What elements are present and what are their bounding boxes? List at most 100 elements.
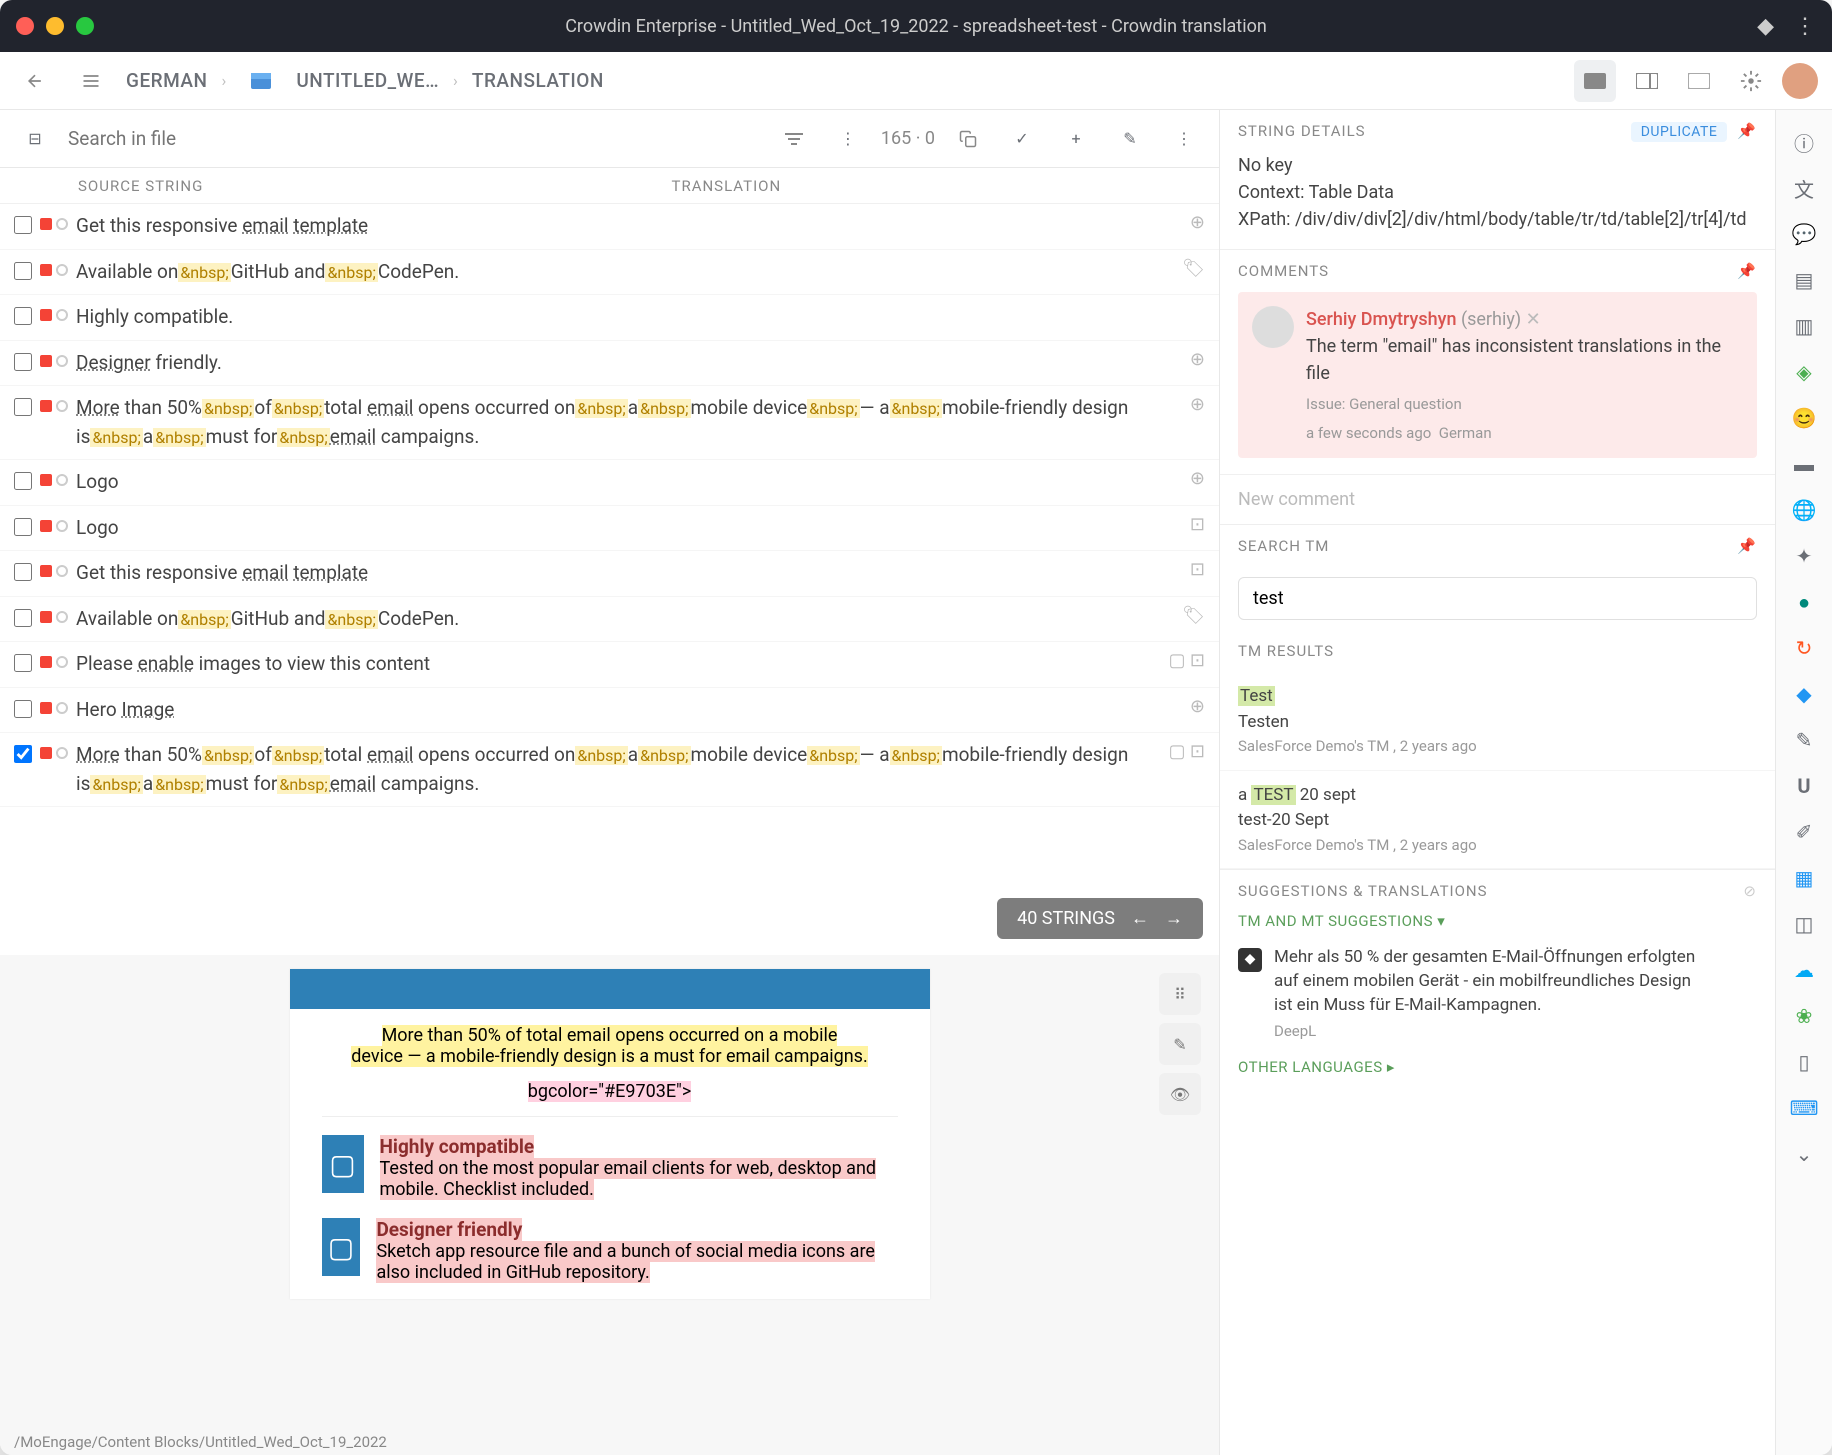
expand-icon[interactable]: ⌄ (1790, 1140, 1818, 1168)
refresh-icon[interactable]: ↻ (1790, 634, 1818, 662)
tm-search-input[interactable] (1238, 577, 1757, 620)
string-row[interactable]: Highly compatible. (0, 295, 1219, 341)
row-action-icon[interactable]: ⊡ (1190, 514, 1205, 535)
string-row[interactable]: Available on&nbsp;GitHub and&nbsp;CodePe… (0, 597, 1219, 643)
string-list[interactable]: Get this responsive email template ⊕ Ava… (0, 204, 1219, 955)
leaf-icon[interactable]: ❀ (1790, 1002, 1818, 1030)
pin-icon[interactable]: 📌 (1737, 122, 1757, 140)
status-empty-icon (56, 747, 68, 759)
search-bar: ⊟ ⋮ 165 · 0 ✓ + ✎ ⋮ (0, 110, 1219, 168)
breadcrumb-language[interactable]: GERMAN (126, 69, 208, 92)
compose-icon[interactable]: ✐ (1790, 818, 1818, 846)
extension-icon[interactable]: ◆ (1757, 14, 1774, 39)
tm-result-item[interactable]: a TEST 20 sept test-20 Sept SalesForce D… (1220, 771, 1775, 870)
chat-icon[interactable]: ● (1790, 588, 1818, 616)
row-checkbox[interactable] (14, 472, 32, 490)
string-row[interactable]: Designer friendly. ⊕ (0, 341, 1219, 387)
string-row[interactable]: More than 50%&nbsp;of&nbsp;total email o… (0, 386, 1219, 460)
string-row[interactable]: Available on&nbsp;GitHub and&nbsp;CodePe… (0, 250, 1219, 296)
layout-split-icon[interactable] (1626, 60, 1668, 102)
pill-prev[interactable]: ← (1131, 908, 1149, 929)
translate-icon[interactable]: 文 (1790, 174, 1818, 202)
row-checkbox[interactable] (14, 654, 32, 672)
row-checkbox[interactable] (14, 563, 32, 581)
menu-icon[interactable]: ⋮ (1794, 14, 1816, 39)
suggestion-item[interactable]: ◆ Mehr als 50 % der gesamten E-Mail-Öffn… (1220, 938, 1775, 1050)
row-checkbox[interactable] (14, 745, 32, 763)
pin-icon[interactable]: 📌 (1737, 537, 1757, 555)
collapse-icon[interactable]: ⊟ (14, 118, 56, 160)
pill-next[interactable]: → (1165, 908, 1183, 929)
row-action-icon[interactable]: ⊕ (1190, 468, 1205, 489)
row-action-icon[interactable]: ▢ ⊡ (1168, 741, 1205, 762)
row-checkbox[interactable] (14, 307, 32, 325)
cube-icon[interactable]: ◈ (1790, 358, 1818, 386)
breadcrumb-file[interactable]: UNTITLED_WE… (296, 69, 439, 92)
preview-edit-icon[interactable]: ✎ (1159, 1023, 1201, 1065)
keyboard2-icon[interactable]: ⌨ (1790, 1094, 1818, 1122)
preview-eye-icon[interactable]: 👁 (1159, 1073, 1201, 1115)
row-action-icon[interactable]: ⊡ (1190, 559, 1205, 580)
row-action-icon[interactable]: 🏷 (1182, 258, 1205, 279)
info-icon[interactable]: ⓘ (1790, 128, 1818, 156)
check-icon[interactable]: ✓ (1001, 118, 1043, 160)
docker-icon[interactable]: ◆ (1790, 680, 1818, 708)
row-checkbox[interactable] (14, 518, 32, 536)
string-row[interactable]: Get this responsive email template ⊕ (0, 204, 1219, 250)
stack-icon[interactable]: ▥ (1790, 312, 1818, 340)
preview-drag-icon[interactable]: ⠿ (1159, 973, 1201, 1015)
translate2-icon[interactable]: 🌐 (1790, 496, 1818, 524)
row-checkbox[interactable] (14, 609, 32, 627)
string-row[interactable]: Hero Image ⊕ (0, 688, 1219, 734)
html-icon[interactable]: ▦ (1790, 864, 1818, 892)
gear-dark-icon[interactable]: ✦ (1790, 542, 1818, 570)
cloud-icon[interactable]: ☁ (1790, 956, 1818, 984)
string-row[interactable]: Logo ⊡ (0, 506, 1219, 552)
string-row[interactable]: Get this responsive email template ⊡ (0, 551, 1219, 597)
more-filter-icon[interactable]: ⋮ (827, 118, 869, 160)
row-action-icon[interactable]: ⊕ (1190, 696, 1205, 717)
string-row[interactable]: Please enable images to view this conten… (0, 642, 1219, 688)
settings-icon[interactable] (1730, 60, 1772, 102)
row-checkbox[interactable] (14, 216, 32, 234)
underline-icon[interactable]: U (1790, 772, 1818, 800)
hamburger-icon[interactable] (70, 60, 112, 102)
new-comment-input[interactable]: New comment (1220, 474, 1775, 524)
row-checkbox[interactable] (14, 700, 32, 718)
doc-icon[interactable]: ▯ (1790, 1048, 1818, 1076)
edit-icon[interactable]: ✎ (1109, 118, 1151, 160)
note-icon[interactable]: ✎ (1790, 726, 1818, 754)
string-row[interactable]: Logo ⊕ (0, 460, 1219, 506)
string-row[interactable]: More than 50%&nbsp;of&nbsp;total email o… (0, 733, 1219, 807)
search-input[interactable] (68, 127, 761, 150)
book-icon[interactable]: ▤ (1790, 266, 1818, 294)
add-icon[interactable]: + (1055, 118, 1097, 160)
row-action-icon[interactable]: ⊕ (1190, 394, 1205, 415)
row-action-icon[interactable]: ⊕ (1190, 349, 1205, 370)
smiley-icon[interactable]: 😊 (1790, 404, 1818, 432)
google-icon[interactable]: ◫ (1790, 910, 1818, 938)
maximize-window[interactable] (76, 17, 94, 35)
filter-icon[interactable] (773, 118, 815, 160)
close-window[interactable] (16, 17, 34, 35)
list-menu-icon[interactable]: ⋮ (1163, 118, 1205, 160)
comment-item[interactable]: Serhiy Dmytryshyn (serhiy) ✕ The term "e… (1238, 292, 1757, 458)
user-avatar[interactable] (1782, 63, 1818, 99)
unpin-icon[interactable]: ⊘ (1743, 882, 1757, 900)
copy-icon[interactable] (947, 118, 989, 160)
breadcrumb-page[interactable]: TRANSLATION (472, 69, 604, 92)
back-button[interactable] (14, 60, 56, 102)
tm-result-item[interactable]: Test Testen SalesForce Demo's TM , 2 yea… (1220, 672, 1775, 771)
row-action-icon[interactable]: ▢ ⊡ (1168, 650, 1205, 671)
minimize-window[interactable] (46, 17, 64, 35)
row-checkbox[interactable] (14, 262, 32, 280)
glossary-icon[interactable]: ▬ (1790, 450, 1818, 478)
keyboard-icon[interactable] (1678, 60, 1720, 102)
layout-full-icon[interactable] (1574, 60, 1616, 102)
row-action-icon[interactable]: ⊕ (1190, 212, 1205, 233)
row-checkbox[interactable] (14, 353, 32, 371)
pin-icon[interactable]: 📌 (1737, 262, 1757, 280)
comments-icon[interactable]: 💬 (1790, 220, 1818, 248)
row-action-icon[interactable]: 🏷 (1182, 605, 1205, 626)
row-checkbox[interactable] (14, 398, 32, 416)
